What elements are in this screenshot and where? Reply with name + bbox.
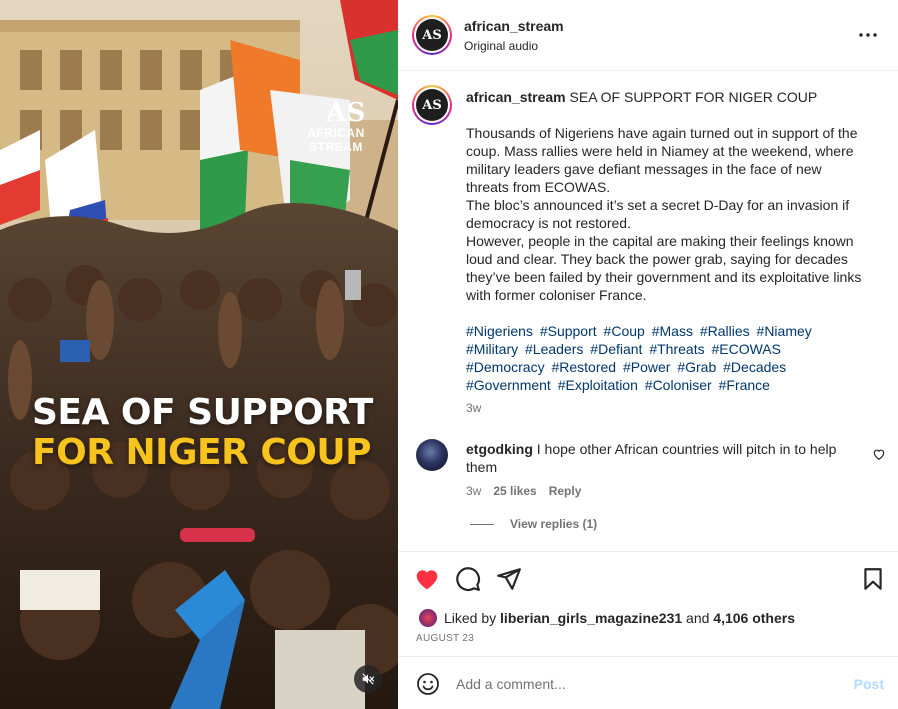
hashtag-link[interactable]: #Military	[466, 341, 518, 357]
caption-avatar-logo: AS	[416, 89, 448, 121]
more-options-icon	[859, 33, 877, 37]
view-replies-button[interactable]: View replies (1)	[470, 517, 597, 531]
watermark-line1: AFRICAN	[307, 126, 365, 140]
caption-username[interactable]: african_stream	[466, 89, 566, 105]
overlay-line2: FOR NIGER COUP	[32, 432, 372, 473]
add-comment-bar: Post	[398, 656, 898, 709]
hashtag-link[interactable]: #Democracy	[466, 359, 545, 375]
liked-by-prefix: Liked by	[444, 610, 497, 626]
hashtag-link[interactable]: #Support	[540, 323, 597, 339]
speaker-muted-icon	[362, 673, 375, 685]
post-header: AS african_stream Original audio	[398, 0, 898, 71]
caption-timestamp[interactable]: 3w	[466, 401, 481, 415]
caption-author-avatar[interactable]: AS	[412, 85, 452, 125]
comment: etgodking I hope other African countries…	[466, 440, 856, 476]
share-icon[interactable]	[496, 566, 522, 592]
hashtag-link[interactable]: #Nigeriens	[466, 323, 533, 339]
watermark-logo: AS	[326, 98, 366, 128]
more-options-button[interactable]	[858, 25, 878, 45]
caption-paragraph: Thousands of Nigeriens have again turned…	[466, 125, 858, 195]
save-bookmark-icon[interactable]	[860, 566, 886, 592]
comment-input[interactable]	[456, 671, 836, 697]
hashtag-link[interactable]: #Threats	[649, 341, 704, 357]
caption-headline: SEA OF SUPPORT FOR NIGER COUP	[569, 89, 818, 105]
hashtag-link[interactable]: #Decades	[723, 359, 786, 375]
caption-paragraph: However, people in the capital are makin…	[466, 233, 862, 303]
liker-avatar[interactable]	[418, 608, 438, 628]
mute-button[interactable]	[354, 665, 382, 693]
commenter-avatar[interactable]	[416, 439, 448, 471]
watermark-line2: STREAM	[309, 140, 363, 154]
liked-by-and: and	[686, 610, 710, 626]
hashtag-link[interactable]: #France	[719, 377, 770, 393]
reply-button[interactable]: Reply	[549, 484, 582, 498]
heart-filled-icon[interactable]	[414, 566, 440, 592]
comment-like-icon[interactable]	[872, 447, 886, 461]
post-comment-button[interactable]: Post	[854, 676, 884, 692]
liked-by-summary: Liked by liberian_girls_magazine231 and …	[444, 610, 795, 626]
comment-icon[interactable]	[455, 566, 481, 592]
hashtag-link[interactable]: #Government	[466, 377, 551, 393]
author-avatar[interactable]: AS	[412, 15, 452, 55]
post-caption: african_stream SEA OF SUPPORT FOR NIGER …	[466, 88, 866, 394]
audio-label[interactable]: Original audio	[464, 39, 538, 53]
author-username[interactable]: african_stream	[464, 18, 564, 34]
post-media-video[interactable]: AS AFRICAN STREAM SEA OF SUPPORT FOR NIG…	[0, 0, 398, 709]
hashtag-list: #Nigeriens #Support #Coup #Mass #Rallies…	[466, 322, 866, 394]
video-overlay-title: SEA OF SUPPORT FOR NIGER COUP	[32, 393, 392, 473]
hashtag-link[interactable]: #Coup	[604, 323, 645, 339]
hashtag-link[interactable]: #ECOWAS	[711, 341, 781, 357]
comment-like-count[interactable]: 25 likes	[493, 484, 536, 498]
view-replies-label: View replies (1)	[510, 517, 598, 531]
hashtag-link[interactable]: #Rallies	[700, 323, 750, 339]
comments-section[interactable]: AS african_stream SEA OF SUPPORT FOR NIG…	[398, 71, 898, 551]
liked-by-user[interactable]: liberian_girls_magazine231	[500, 610, 682, 626]
replies-divider	[470, 523, 494, 525]
caption-paragraph: The bloc’s announced it’s set a secret D…	[466, 197, 850, 231]
author-avatar-logo: AS	[416, 19, 448, 51]
hashtag-link[interactable]: #Mass	[652, 323, 693, 339]
overlay-line1: SEA OF SUPPORT	[32, 392, 373, 433]
hashtag-link[interactable]: #Power	[623, 359, 670, 375]
hashtag-link[interactable]: #Grab	[677, 359, 716, 375]
hashtag-link[interactable]: #Niamey	[757, 323, 812, 339]
comment-timestamp[interactable]: 3w	[466, 484, 481, 498]
liked-by-others[interactable]: 4,106 others	[713, 610, 795, 626]
commenter-username[interactable]: etgodking	[466, 441, 533, 457]
caption-body: Thousands of Nigeriens have again turned…	[466, 124, 866, 304]
african-stream-watermark: AS AFRICAN STREAM	[286, 100, 386, 154]
hashtag-link[interactable]: #Leaders	[525, 341, 583, 357]
post-date[interactable]: AUGUST 23	[416, 633, 474, 644]
hashtag-link[interactable]: #Coloniser	[645, 377, 712, 393]
comment-meta: 3w 25 likes Reply	[466, 484, 581, 498]
hashtag-link[interactable]: #Defiant	[590, 341, 642, 357]
emoji-icon[interactable]	[416, 672, 440, 696]
post-actions: Liked by liberian_girls_magazine231 and …	[398, 551, 898, 655]
hashtag-link[interactable]: #Exploitation	[558, 377, 638, 393]
hashtag-link[interactable]: #Restored	[551, 359, 616, 375]
post-details-panel: AS african_stream Original audio AS afri…	[398, 0, 898, 709]
